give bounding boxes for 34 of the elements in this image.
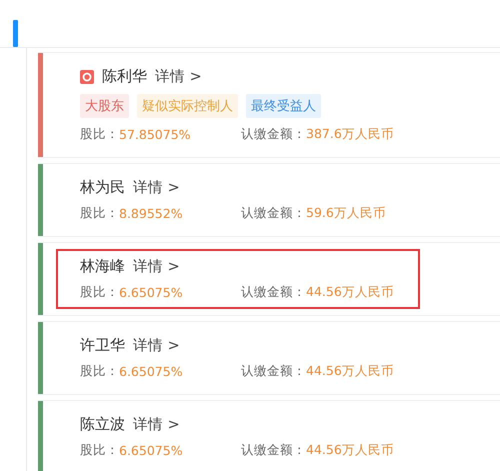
shareholder-name: 陈利华 [102, 67, 147, 86]
ratio-value: 6.65075% [119, 285, 184, 300]
ratio-label: 股比： [80, 205, 119, 222]
amount-label: 认缴金额： [241, 284, 306, 301]
ratio-label: 股比： [80, 442, 119, 459]
amount-value: 44.56万人民币 [306, 284, 394, 301]
shareholder-name: 许卫华 [80, 336, 125, 355]
details-link[interactable]: 详情 > [133, 178, 180, 197]
shareholder-name: 林为民 [80, 178, 125, 197]
amount-label: 认缴金额： [241, 126, 306, 143]
amount-value: 387.6万人民币 [306, 126, 394, 143]
amount-value: 59.6万人民币 [306, 205, 386, 222]
shareholder-name: 陈立波 [80, 415, 125, 434]
details-link[interactable]: 详情 > [133, 257, 180, 276]
tag: 最终受益人 [246, 94, 321, 118]
details-link[interactable]: 详情 > [155, 67, 202, 86]
shareholder-name: 林海峰 [80, 257, 125, 276]
ratio-value: 6.65075% [119, 443, 184, 458]
tag: 大股东 [80, 94, 129, 118]
details-link[interactable]: 详情 > [133, 336, 180, 355]
amount-value: 44.56万人民币 [306, 363, 394, 380]
ratio-value: 57.85075% [119, 127, 192, 142]
amount-value: 44.56万人民币 [306, 442, 394, 459]
ratio-value: 6.65075% [119, 364, 184, 379]
tag: 疑似实际控制人 [137, 94, 238, 118]
details-link[interactable]: 详情 > [133, 415, 180, 434]
amount-label: 认缴金额： [241, 205, 306, 222]
ratio-label: 股比： [80, 126, 119, 143]
ratio-label: 股比： [80, 363, 119, 380]
section-marker [13, 20, 18, 47]
amount-label: 认缴金额： [241, 363, 306, 380]
ratio-value: 8.89552% [119, 206, 184, 221]
ratio-label: 股比： [80, 284, 119, 301]
amount-label: 认缴金额： [241, 442, 306, 459]
